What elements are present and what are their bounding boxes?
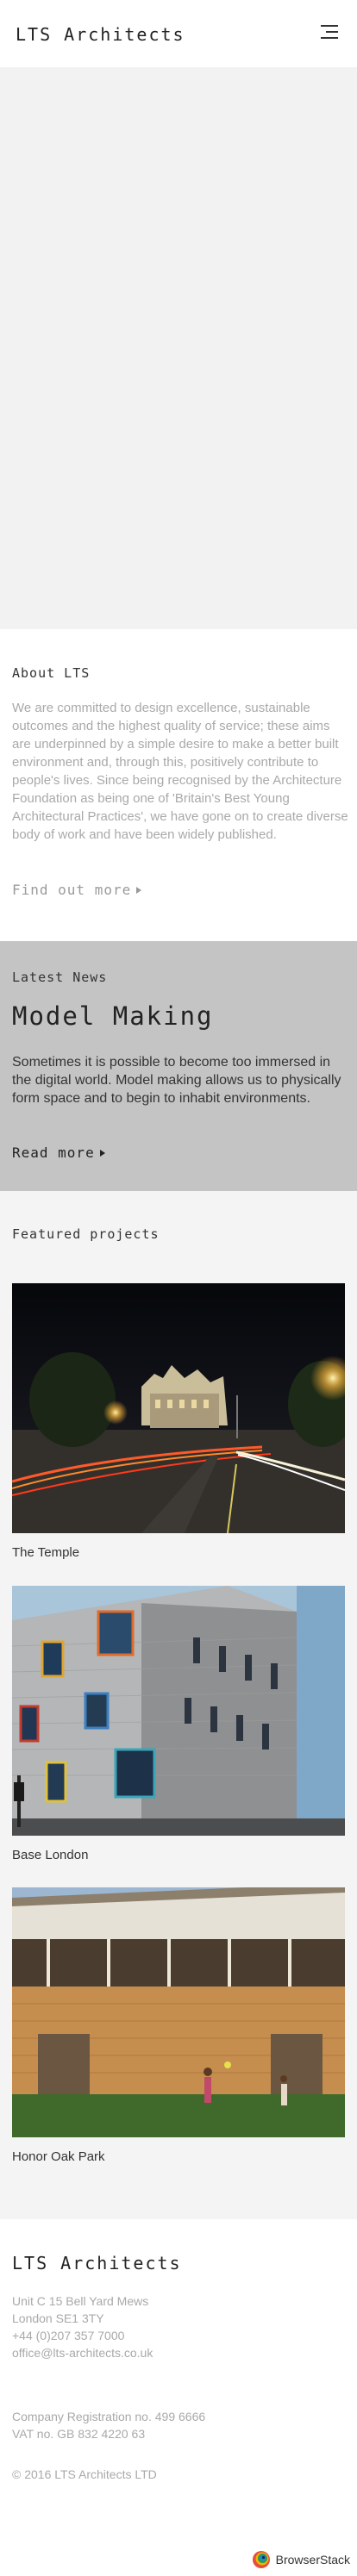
latest-news-section: Latest News Model Making Sometimes it is…	[0, 941, 357, 1191]
read-more-link[interactable]: Read more	[12, 1145, 105, 1161]
find-out-more-label: Find out more	[12, 882, 132, 898]
project-image-the-temple[interactable]	[12, 1283, 345, 1533]
news-heading: Latest News	[12, 970, 108, 985]
featured-projects-section: Featured projects The Temple Base London…	[0, 1191, 357, 2219]
hamburger-menu-icon[interactable]	[321, 25, 338, 41]
vat-number: VAT no. GB 832 4220 63	[12, 2427, 146, 2441]
browserstack-badge[interactable]: BrowserStack	[252, 2550, 350, 2569]
menu-line	[321, 37, 338, 39]
address-line: Unit C 15 Bell Yard Mews	[12, 2294, 149, 2308]
project-card-base-london[interactable]: Base London	[12, 1586, 345, 1862]
project-caption[interactable]: Base London	[12, 1848, 88, 1862]
company-registration: Company Registration no. 499 6666	[12, 2410, 206, 2423]
project-image-honor-oak-park[interactable]	[12, 1887, 345, 2137]
news-title[interactable]: Model Making	[12, 1001, 214, 1031]
site-footer: LTS Architects Unit C 15 Bell Yard Mews …	[0, 2219, 357, 2576]
email-link[interactable]: office@lts-architects.co.uk	[12, 2344, 153, 2361]
phone-number[interactable]: +44 (0)207 357 7000	[12, 2327, 153, 2344]
site-logo[interactable]: LTS Architects	[16, 24, 185, 45]
arrow-right-icon	[136, 887, 142, 894]
site-header: LTS Architects	[0, 0, 357, 67]
about-section: About LTS We are committed to design exc…	[0, 629, 357, 941]
read-more-label: Read more	[12, 1145, 95, 1161]
project-card-the-temple[interactable]: The Temple	[12, 1283, 345, 1560]
menu-line	[326, 31, 338, 33]
about-text: We are committed to design excellence, s…	[12, 701, 348, 842]
project-image-base-london[interactable]	[12, 1586, 345, 1836]
footer-address: Unit C 15 Bell Yard Mews London SE1 3TY …	[12, 2292, 153, 2361]
hero-image-area	[0, 67, 357, 629]
browserstack-label: BrowserStack	[275, 2553, 350, 2567]
projects-heading: Featured projects	[12, 1226, 160, 1242]
about-heading: About LTS	[12, 665, 91, 681]
project-card-honor-oak-park[interactable]: Honor Oak Park	[12, 1887, 345, 2164]
address-line: London SE1 3TY	[12, 2311, 104, 2325]
footer-logo[interactable]: LTS Architects	[12, 2253, 182, 2273]
browserstack-logo-icon	[252, 2551, 270, 2568]
footer-registration: Company Registration no. 499 6666 VAT no…	[12, 2408, 205, 2442]
menu-line	[321, 25, 338, 27]
project-caption[interactable]: The Temple	[12, 1545, 79, 1560]
find-out-more-link[interactable]: Find out more	[12, 882, 142, 898]
copyright: © 2016 LTS Architects LTD	[12, 2467, 157, 2481]
project-caption[interactable]: Honor Oak Park	[12, 2149, 105, 2164]
news-text: Sometimes it is possible to become too i…	[12, 1055, 341, 1106]
arrow-right-icon	[99, 1150, 105, 1157]
